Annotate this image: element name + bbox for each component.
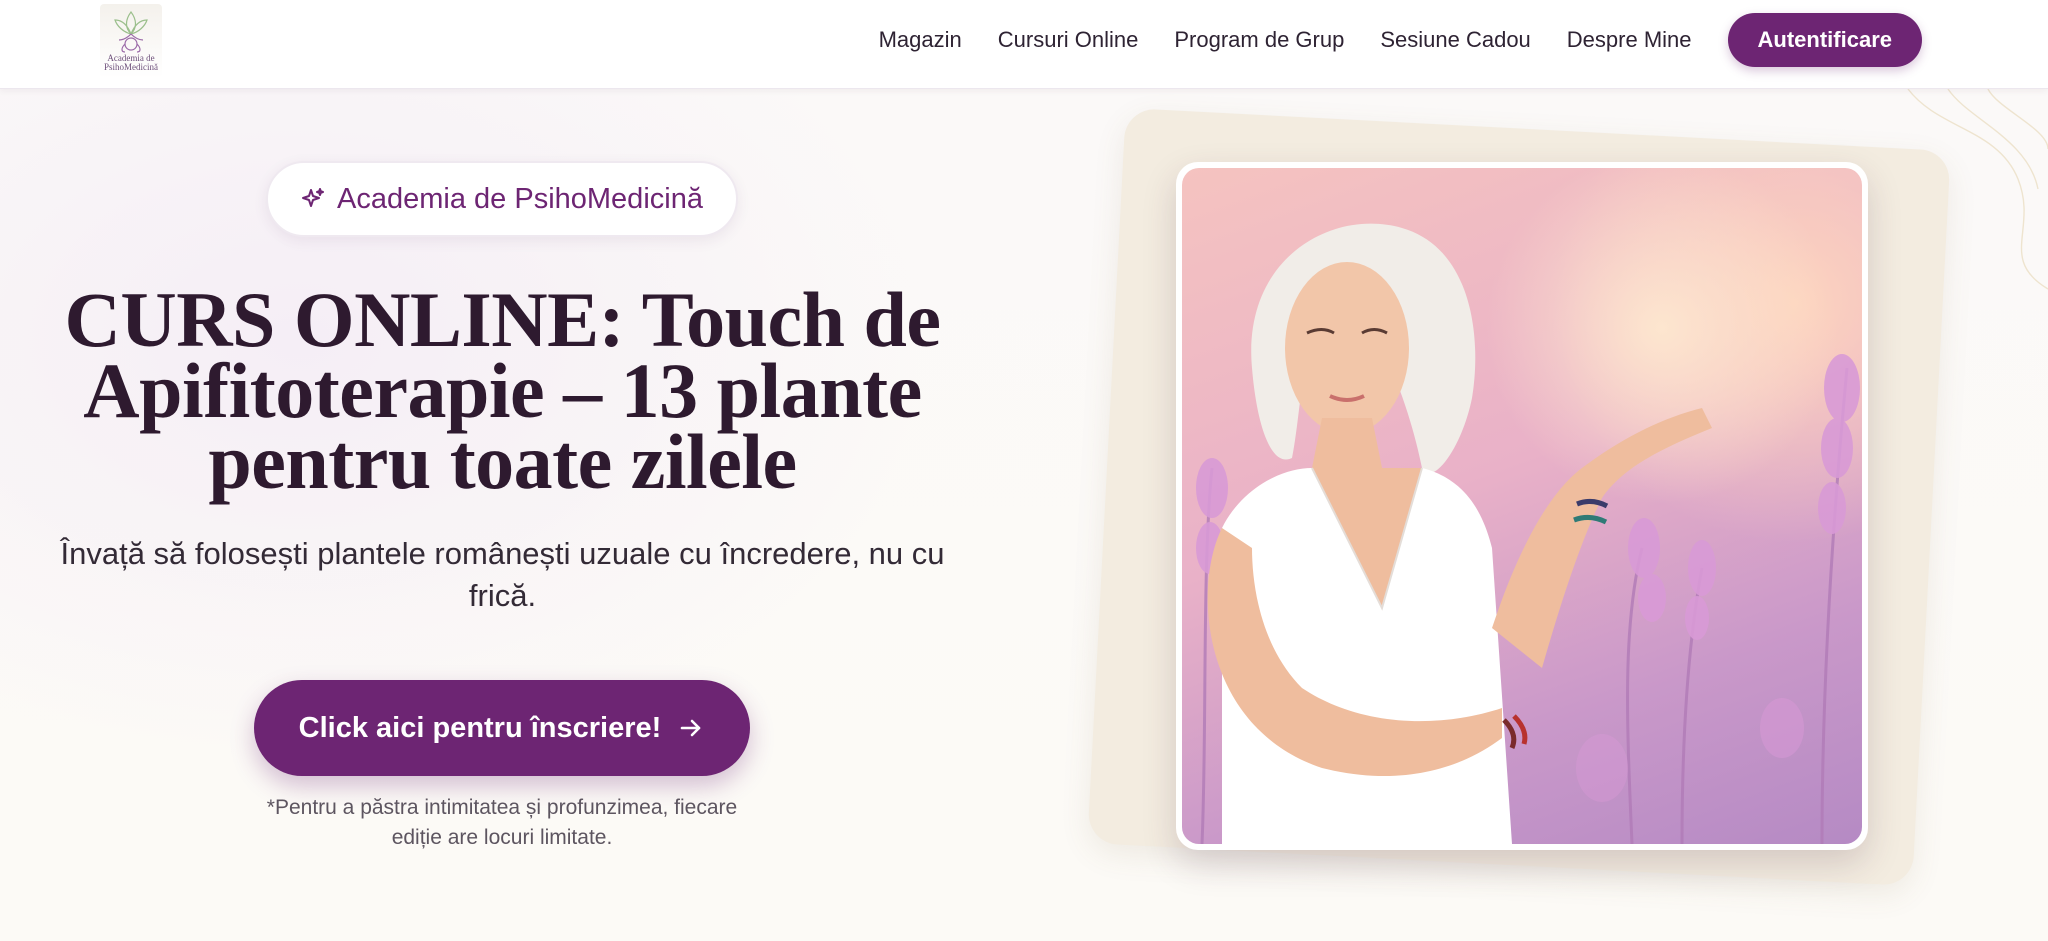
arrow-right-icon [681,719,701,737]
site-header: Academia de PsihoMedicină Magazin Cursur… [0,0,2048,89]
lotus-icon [114,10,148,53]
hero-photo [1182,168,1862,844]
nav-magazin[interactable]: Magazin [879,27,962,53]
logo-line-2: PsihoMedicină [104,62,158,72]
badge-label: Academia de PsihoMedicină [337,182,703,215]
hero-subtitle: Învață să folosești plantele românești u… [60,536,945,613]
signup-button[interactable]: Click aici pentru înscriere! [254,680,750,776]
nav-cursuri-online[interactable]: Cursuri Online [998,27,1139,53]
academy-badge: Academia de PsihoMedicină [266,161,738,237]
site-logo[interactable]: Academia de PsihoMedicină [100,4,162,78]
page-title: CURS ONLINE: Touch de Apifitoterapie – 1… [64,276,941,505]
main-nav: Magazin Cursuri Online Program de Grup S… [879,0,1922,80]
nav-program-de-grup[interactable]: Program de Grup [1174,27,1344,53]
sparkles-icon [302,188,325,207]
login-button[interactable]: Autentificare [1727,13,1922,67]
hero-photo-frame [1176,162,1868,850]
portrait-illustration [1196,223,1860,844]
nav-despre-mine[interactable]: Despre Mine [1567,27,1692,53]
nav-sesiune-cadou[interactable]: Sesiune Cadou [1380,27,1530,53]
limited-seats-note: *Pentru a păstra intimitatea și profunzi… [266,796,738,849]
hero-section: Academia de PsihoMedicină CURS ONLINE: T… [0,89,2048,941]
signup-button-label: Click aici pentru înscriere! [298,711,662,744]
